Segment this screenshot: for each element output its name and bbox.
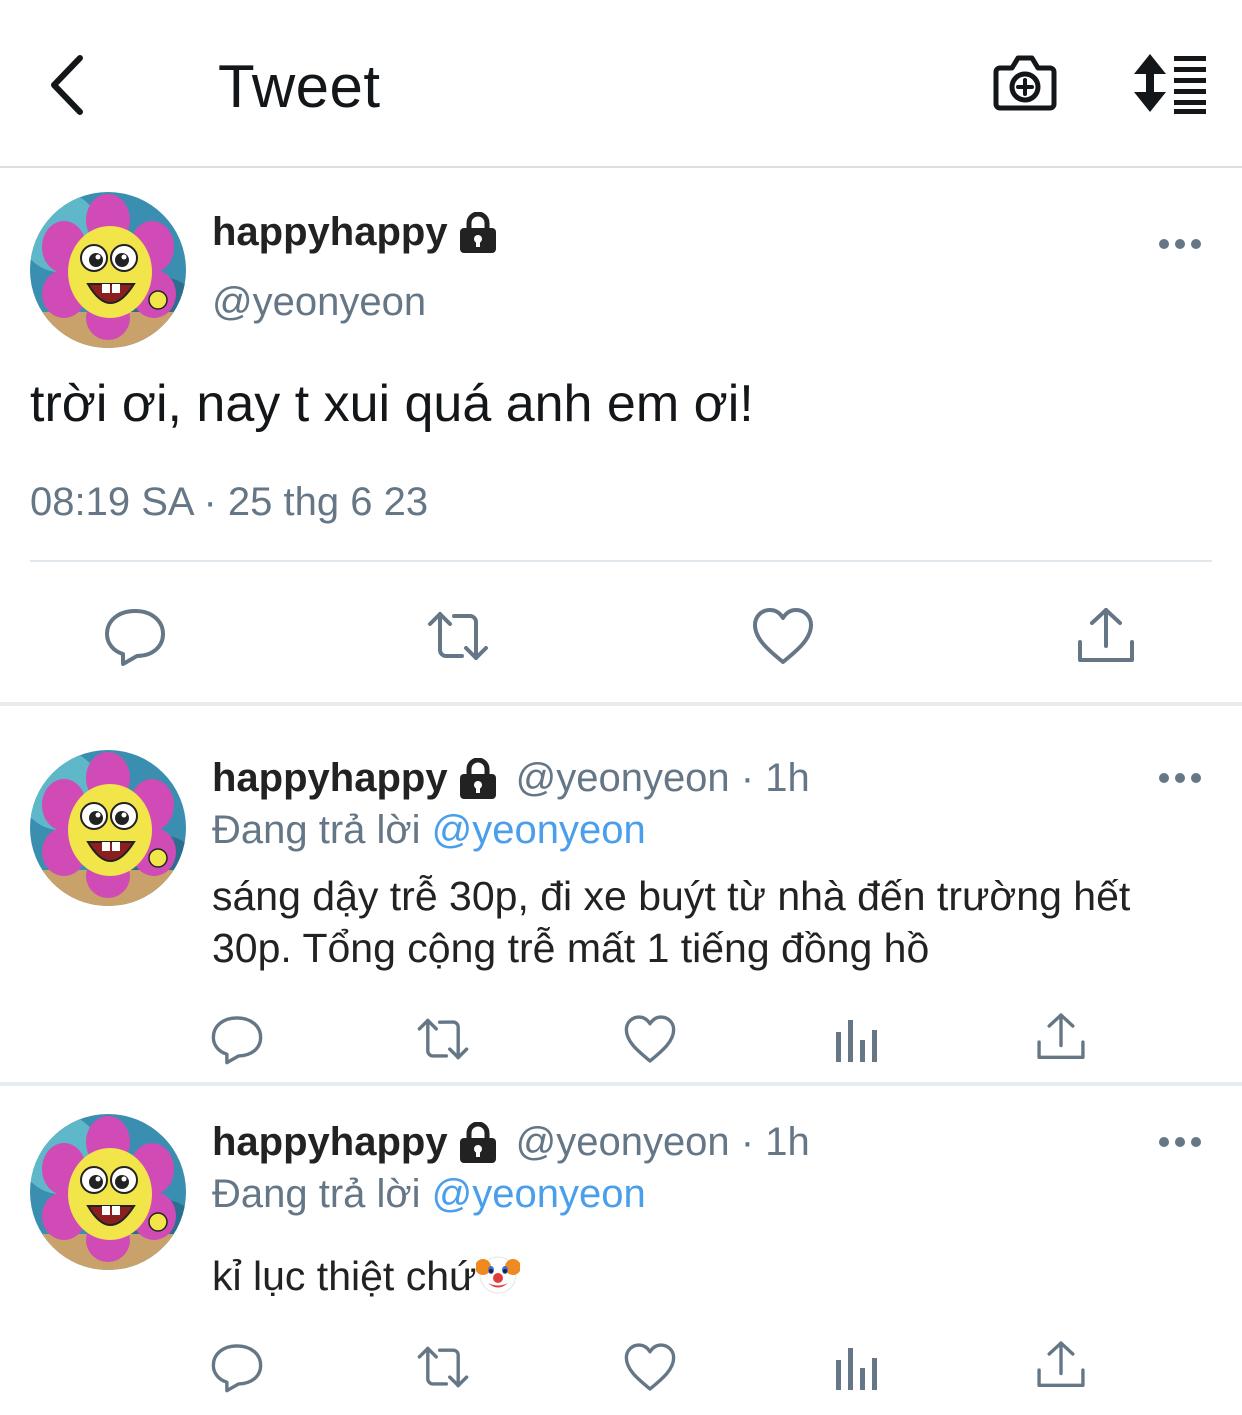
- reply-icon[interactable]: [210, 1012, 264, 1066]
- lock-icon: [458, 1122, 498, 1164]
- sort-list-icon: [1134, 54, 1206, 114]
- clown-face-emoji: [476, 1252, 520, 1296]
- avatar-image: [30, 192, 186, 348]
- user-handle[interactable]: @yeonyeon: [212, 280, 426, 325]
- retweet-icon[interactable]: [416, 1340, 470, 1394]
- lock-icon: [458, 212, 498, 254]
- more-options-icon[interactable]: [1158, 238, 1202, 250]
- replying-to: Đang trả lời @yeonyeon: [212, 808, 646, 853]
- retweet-icon[interactable]: [416, 1012, 470, 1066]
- reply-icon[interactable]: [210, 1340, 264, 1394]
- user-handle[interactable]: @yeonyeon · 1h: [516, 756, 810, 801]
- user-handle[interactable]: @yeonyeon · 1h: [516, 1120, 810, 1165]
- author-row: happyhappy @yeonyeon · 1h: [212, 1120, 810, 1165]
- replying-to: Đang trả lời @yeonyeon: [212, 1172, 646, 1217]
- like-icon[interactable]: [623, 1340, 677, 1394]
- share-icon[interactable]: [1034, 1010, 1088, 1064]
- reply-tweet[interactable]: happyhappy @yeonyeon · 1h Đang trả lời @…: [0, 1090, 1242, 1415]
- avatar[interactable]: [30, 750, 186, 906]
- display-name[interactable]: happyhappy: [212, 210, 448, 255]
- like-icon[interactable]: [751, 606, 815, 666]
- avatar[interactable]: [30, 1114, 186, 1270]
- lock-icon: [458, 758, 498, 800]
- avatar-image: [30, 750, 186, 906]
- reply-icon[interactable]: [103, 606, 167, 666]
- avatar[interactable]: [30, 192, 186, 348]
- more-options-icon[interactable]: [1158, 772, 1202, 784]
- sort-button[interactable]: [1130, 52, 1210, 114]
- top-bar: Tweet: [0, 0, 1242, 168]
- like-icon[interactable]: [623, 1012, 677, 1066]
- reply-tweet[interactable]: happyhappy @yeonyeon · 1h Đang trả lời @…: [0, 710, 1242, 1086]
- author-row: happyhappy: [212, 210, 498, 255]
- share-icon[interactable]: [1034, 1338, 1088, 1392]
- display-name[interactable]: happyhappy: [212, 1120, 448, 1165]
- analytics-icon[interactable]: [830, 1340, 884, 1394]
- back-button[interactable]: [40, 50, 100, 120]
- avatar-image: [30, 1114, 186, 1270]
- share-icon[interactable]: [1074, 606, 1138, 666]
- analytics-icon[interactable]: [830, 1012, 884, 1066]
- mention-link[interactable]: @yeonyeon: [432, 1172, 646, 1216]
- tweet-text: kỉ lục thiệt chứ: [212, 1250, 1212, 1302]
- author-row: happyhappy @yeonyeon · 1h: [212, 756, 810, 801]
- divider: [30, 560, 1212, 562]
- camera-plus-icon: [993, 55, 1057, 111]
- mention-link[interactable]: @yeonyeon: [432, 808, 646, 852]
- display-name[interactable]: happyhappy: [212, 756, 448, 801]
- tweet-text: trời ơi, nay t xui quá anh em ơi!: [30, 375, 754, 433]
- page-title: Tweet: [218, 53, 381, 120]
- more-options-icon[interactable]: [1158, 1136, 1202, 1148]
- tweet-text: sáng dậy trễ 30p, đi xe buýt từ nhà đến …: [212, 873, 1131, 971]
- replying-to-label: Đang trả lời: [212, 808, 432, 852]
- chevron-left-icon: [51, 55, 83, 115]
- retweet-icon[interactable]: [426, 606, 490, 666]
- tweet-text-content: kỉ lục thiệt chứ: [212, 1253, 477, 1299]
- main-tweet: happyhappy @yeonyeon trời ơi, nay t xui …: [0, 170, 1242, 706]
- replying-to-label: Đang trả lời: [212, 1172, 432, 1216]
- tweet-timestamp[interactable]: 08:19 SA · 25 thg 6 23: [30, 480, 428, 525]
- camera-button[interactable]: [992, 52, 1058, 114]
